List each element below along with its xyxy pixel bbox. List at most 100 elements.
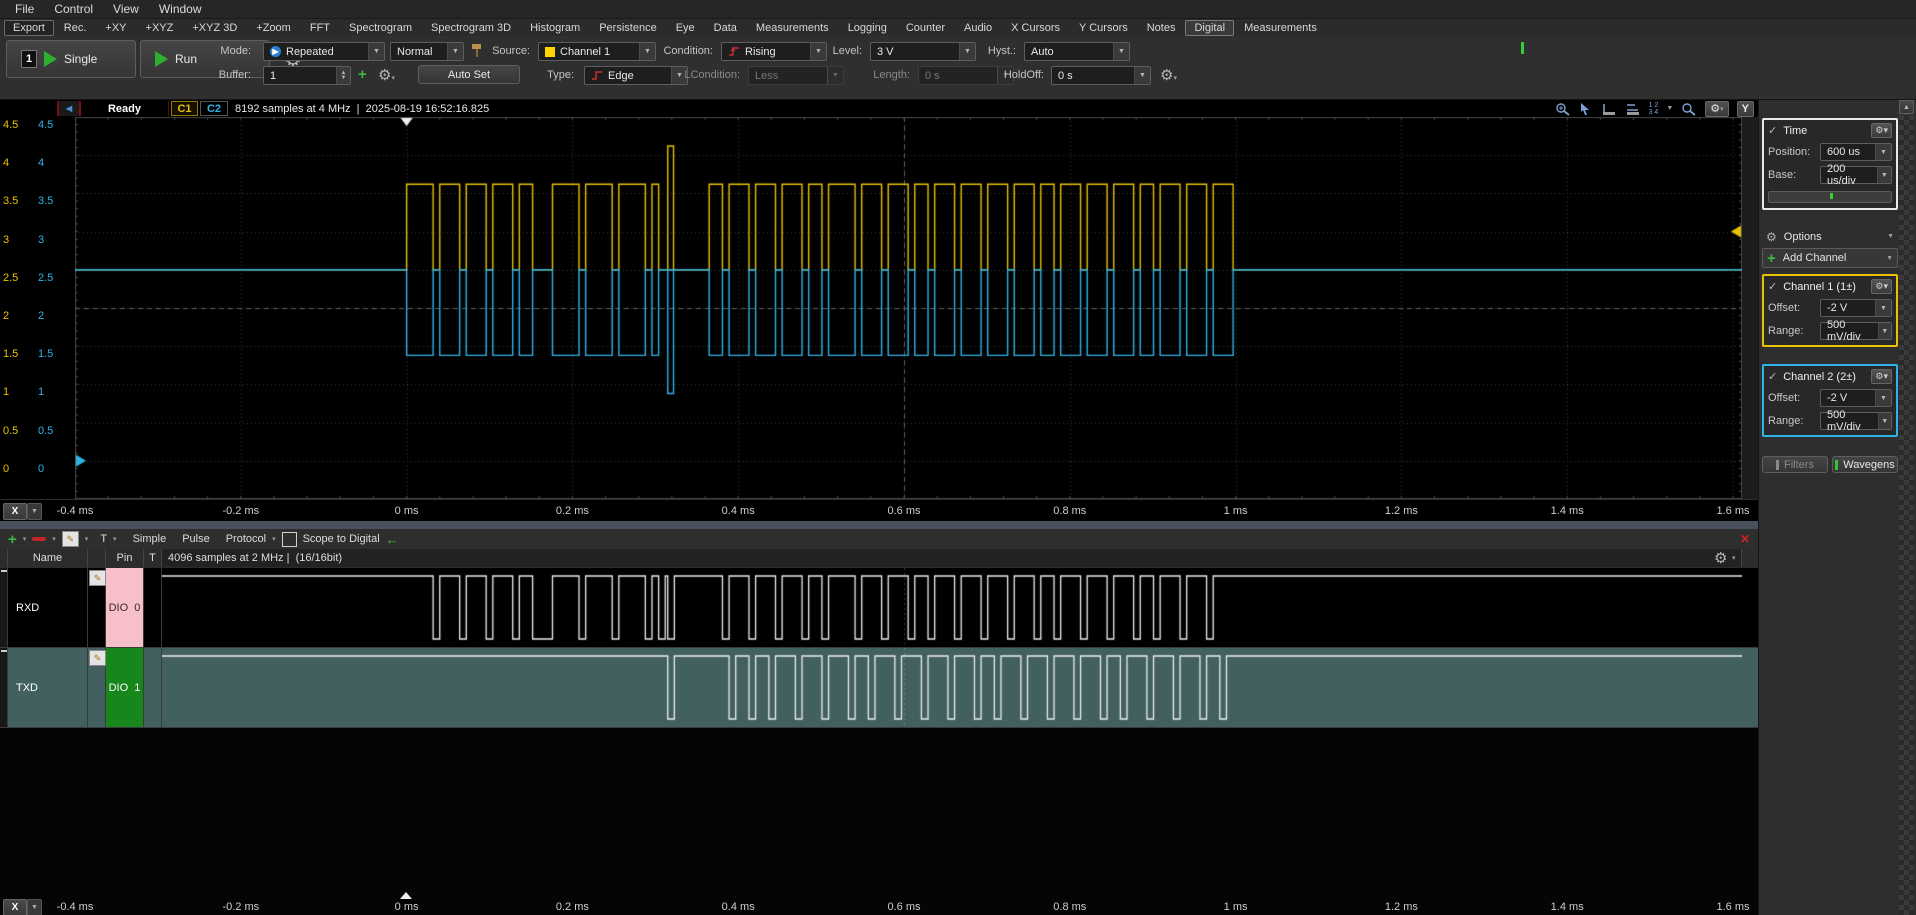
add-signal-caret-icon[interactable]: ▾ [23,535,27,543]
tab-rec-[interactable]: Rec. [55,20,96,36]
tab-eye[interactable]: Eye [667,20,704,36]
single-button[interactable]: 1 Single [6,40,136,78]
condition-select[interactable]: Rising▼ [721,42,827,61]
options-bar[interactable]: ⚙ Options▼ [1762,228,1898,245]
view-options-caret-icon[interactable]: ▼ [1666,105,1673,112]
tab-x-cursors[interactable]: X Cursors [1002,20,1069,36]
digital-settings-gear-icon[interactable]: ⚙ [1714,551,1727,566]
scope-x-axis-caret-icon[interactable]: ▼ [27,503,42,520]
channel2-check-icon[interactable]: ✓ [1768,370,1777,383]
pin-cell[interactable]: DIO 1 [106,648,144,727]
pencil-icon[interactable]: ✎ [89,650,106,666]
channel2-range-select[interactable]: 500 mV/div▼ [1820,412,1892,430]
channel1-range-select[interactable]: 500 mV/div▼ [1820,322,1892,340]
cursor-mode-icon[interactable] [1579,102,1593,116]
tab-audio[interactable]: Audio [955,20,1001,36]
zoom-tool-icon[interactable] [1681,102,1697,116]
position-select[interactable]: 600 us▼ [1820,143,1892,161]
scope-plot-area[interactable] [75,117,1742,499]
apply-arrow-icon[interactable]: ← [386,532,399,547]
edit-signal-icon[interactable]: ✎ [62,531,79,547]
x-cursor-tool-icon[interactable] [1601,102,1617,116]
channel2-offset-select[interactable]: -2 V▼ [1820,389,1892,407]
tab-spectrogram-3d[interactable]: Spectrogram 3D [422,20,520,36]
channel1-check-icon[interactable]: ✓ [1768,280,1777,293]
pencil-icon[interactable]: ✎ [89,570,106,586]
panel-scrollbar-track[interactable] [1899,100,1914,915]
tab-data[interactable]: Data [705,20,746,36]
zoom-in-icon[interactable] [1555,102,1571,116]
tab-fft[interactable]: FFT [301,20,339,36]
tab-export[interactable]: Export [4,20,54,36]
slider-thumb[interactable] [1830,193,1833,199]
autoset-button[interactable]: Auto Set [418,65,520,84]
y-axis-button[interactable]: Y [1737,101,1754,117]
hyst-select[interactable]: Auto▼ [1024,42,1130,61]
level-select[interactable]: 3 V▼ [870,42,976,61]
menu-window[interactable]: Window [150,2,211,16]
remove-signal-caret-icon[interactable]: ▾ [52,535,56,543]
trigger-t-button[interactable]: T [100,533,107,545]
wavegens-button[interactable]: Wavegens [1832,456,1898,473]
buffer-spinner[interactable]: 1▲▼ [263,66,351,85]
tab-y-cursors[interactable]: Y Cursors [1070,20,1137,36]
buffer-gear-icon[interactable]: ⚙▾ [378,68,395,83]
history-back-button[interactable]: ◄ [57,101,81,116]
holdoff-select[interactable]: 0 s▼ [1051,66,1151,85]
trigger-cell[interactable] [144,568,162,647]
time-position-slider[interactable] [1768,191,1892,203]
tab-notes[interactable]: Notes [1138,20,1185,36]
edit-signal-caret-icon[interactable]: ▾ [85,535,89,543]
channel2-gear-button[interactable]: ⚙▾ [1871,369,1892,384]
rxd-waveform-canvas[interactable] [162,568,1742,647]
quad-view-icon[interactable]: 1 23 4 [1649,102,1659,116]
add-signal-icon[interactable]: + [8,532,17,547]
tab--zoom[interactable]: +Zoom [247,20,300,36]
base-select[interactable]: 200 us/div▼ [1820,166,1892,184]
digital-close-x-button[interactable]: X [3,899,27,915]
buffer-add-icon[interactable]: + [358,67,367,82]
scope-to-digital-checkbox[interactable] [282,532,297,547]
panel-scrollbar-up-icon[interactable]: ▲ [1899,100,1914,114]
tab--xy[interactable]: +XY [96,20,135,36]
remove-signal-icon[interactable] [32,537,46,541]
menu-control[interactable]: Control [45,2,102,16]
menu-view[interactable]: View [104,2,148,16]
scope-waveform-canvas[interactable] [75,117,1742,499]
simple-button[interactable]: Simple [133,533,167,545]
channel1-offset-select[interactable]: -2 V▼ [1820,299,1892,317]
tab-persistence[interactable]: Persistence [590,20,665,36]
trigger-cell[interactable] [144,648,162,727]
digital-trigger-position-marker[interactable] [400,892,412,899]
protocol-button[interactable]: Protocol [226,533,266,545]
menu-file[interactable]: File [6,2,43,16]
tab-digital[interactable]: Digital [1185,20,1234,36]
signal-name-cell[interactable]: TXD [8,648,88,727]
plot-settings-gear-button[interactable]: ⚙▾ [1705,101,1728,117]
mode-select[interactable]: ▶ Repeated▼ [263,42,385,61]
trigger-t-caret-icon[interactable]: ▾ [113,535,117,543]
lcondition-select[interactable]: Less▼ [748,66,844,85]
trigger-mode-select[interactable]: Normal▼ [390,42,464,61]
pin-cell[interactable]: DIO 0 [106,568,144,647]
digital-settings-caret-icon[interactable]: ▾ [1732,554,1736,562]
channel1-gear-button[interactable]: ⚙▾ [1871,279,1892,294]
tab-measurements[interactable]: Measurements [747,20,838,36]
c1-status-badge[interactable]: C1 [171,101,198,116]
trigger-gear2-icon[interactable]: ⚙▾ [1160,68,1177,83]
pulse-button[interactable]: Pulse [182,533,210,545]
tab-logging[interactable]: Logging [839,20,896,36]
time-check-icon[interactable]: ✓ [1768,124,1777,137]
y-cursor-tool-icon[interactable] [1625,102,1641,116]
filters-button[interactable]: Filters [1762,456,1828,473]
scope-close-x-button[interactable]: X [3,503,27,520]
tab--xyz-3d[interactable]: +XYZ 3D [183,20,246,36]
source-select[interactable]: Channel 1▼ [538,42,656,61]
add-channel-button[interactable]: + Add Channel▼ [1762,248,1898,268]
close-digital-icon[interactable]: ✕ [1740,532,1750,546]
section-splitter[interactable] [0,521,1916,529]
tab-counter[interactable]: Counter [897,20,954,36]
signal-name-cell[interactable]: RXD [8,568,88,647]
c2-status-badge[interactable]: C2 [200,101,228,116]
time-gear-button[interactable]: ⚙▾ [1871,123,1892,138]
